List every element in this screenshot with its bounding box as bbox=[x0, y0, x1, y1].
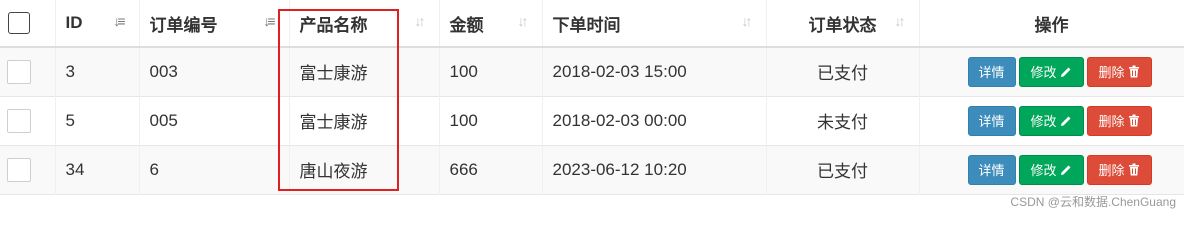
col-header-order-time-label: 下单时间 bbox=[552, 15, 621, 35]
cell-amount: 666 bbox=[439, 145, 543, 194]
trash-icon bbox=[1128, 114, 1139, 127]
detail-button-label: 详情 bbox=[978, 65, 1005, 81]
sort-amount-asc-icon[interactable]: ↓≡ bbox=[263, 13, 275, 29]
col-header-order-time[interactable]: 下单时间 ↓↑ bbox=[542, 0, 767, 47]
cell-order-no: 6 bbox=[139, 145, 290, 194]
row-checkbox[interactable] bbox=[7, 59, 31, 84]
detail-button[interactable]: 详情 bbox=[967, 56, 1016, 87]
delete-button-label: 删除 bbox=[1098, 163, 1125, 178]
delete-button[interactable]: 删除 bbox=[1086, 56, 1152, 87]
detail-button[interactable]: 详情 bbox=[967, 154, 1016, 185]
select-all-cell bbox=[0, 0, 56, 47]
col-header-order-status[interactable]: 订单状态 ↓↑ bbox=[766, 0, 920, 47]
watermark: CSDN @云和数据.ChenGuang bbox=[1010, 195, 1176, 209]
col-header-amount-label: 金额 bbox=[449, 15, 484, 35]
row-select-cell bbox=[0, 96, 56, 145]
sort-amount-asc-icon[interactable]: ↓≡ bbox=[113, 13, 125, 29]
edit-button-label: 修改 bbox=[1030, 114, 1057, 129]
edit-button[interactable]: 修改 bbox=[1018, 105, 1084, 136]
delete-button[interactable]: 删除 bbox=[1086, 154, 1152, 185]
edit-button[interactable]: 修改 bbox=[1018, 56, 1084, 87]
cell-order-status: 已支付 bbox=[766, 145, 920, 194]
sort-icon[interactable]: ↓↑ bbox=[895, 13, 906, 29]
col-header-order-status-label: 订单状态 bbox=[808, 15, 877, 35]
edit-button-label: 修改 bbox=[1030, 163, 1057, 178]
row-select-cell bbox=[0, 145, 56, 194]
detail-button-label: 详情 bbox=[978, 114, 1005, 129]
cell-order-time: 2023-06-12 10:20 bbox=[542, 145, 767, 194]
orders-table: ID ↓≡ 订单编号 ↓≡ 产品名称 ↓↑ 金额 ↓↑ 下单时间 ↓↑ 订单状态 ↓↑ 操作… bbox=[0, 0, 1184, 195]
edit-button[interactable]: 修改 bbox=[1018, 154, 1084, 185]
cell-order-status: 已支付 bbox=[766, 47, 920, 96]
table-header-row: ID ↓≡ 订单编号 ↓≡ 产品名称 ↓↑ 金额 ↓↑ 下单时间 ↓↑ 订单状态 ↓↑ 操作 bbox=[0, 0, 1184, 47]
col-header-actions-label: 操作 bbox=[1034, 15, 1069, 35]
cell-id: 34 bbox=[55, 145, 140, 194]
cell-order-no: 005 bbox=[139, 96, 290, 145]
trash-icon bbox=[1128, 163, 1139, 176]
table-row: 5 005 富士康游 100 2018-02-03 00:00 未支付 详情 修改… bbox=[0, 96, 1184, 145]
col-header-id[interactable]: ID ↓≡ bbox=[55, 0, 140, 47]
table-row: 34 6 唐山夜游 666 2023-06-12 10:20 已支付 详情 修改 删… bbox=[0, 145, 1184, 194]
col-header-product-name-label: 产品名称 bbox=[299, 15, 368, 35]
cell-product-name: 富士康游 bbox=[289, 47, 440, 96]
col-header-id-label: ID bbox=[65, 13, 83, 32]
pencil-icon bbox=[1060, 165, 1070, 175]
cell-product-name: 唐山夜游 bbox=[289, 145, 440, 194]
cell-amount: 100 bbox=[439, 47, 543, 96]
pencil-icon bbox=[1060, 67, 1070, 77]
sort-icon[interactable]: ↓↑ bbox=[742, 13, 753, 29]
sort-icon[interactable]: ↓↑ bbox=[518, 13, 529, 29]
col-header-product-name[interactable]: 产品名称 ↓↑ bbox=[289, 0, 440, 47]
cell-product-name: 富士康游 bbox=[289, 96, 440, 145]
delete-button[interactable]: 删除 bbox=[1086, 105, 1152, 136]
col-header-actions: 操作 bbox=[919, 0, 1184, 47]
cell-actions: 详情 修改 删除 bbox=[919, 145, 1184, 194]
cell-actions: 详情 修改 删除 bbox=[919, 47, 1184, 96]
cell-order-status: 未支付 bbox=[766, 96, 920, 145]
pencil-icon bbox=[1060, 116, 1070, 126]
cell-id: 3 bbox=[55, 47, 140, 96]
cell-order-time: 2018-02-03 00:00 bbox=[542, 96, 767, 145]
delete-button-label: 删除 bbox=[1098, 65, 1125, 81]
col-header-amount[interactable]: 金额 ↓↑ bbox=[439, 0, 543, 47]
detail-button-label: 详情 bbox=[978, 163, 1005, 178]
detail-button[interactable]: 详情 bbox=[967, 105, 1016, 136]
row-checkbox[interactable] bbox=[7, 157, 31, 182]
cell-order-time: 2018-02-03 15:00 bbox=[542, 47, 767, 96]
edit-button-label: 修改 bbox=[1030, 65, 1057, 81]
col-header-order-no[interactable]: 订单编号 ↓≡ bbox=[139, 0, 290, 47]
cell-amount: 100 bbox=[439, 96, 543, 145]
sort-icon[interactable]: ↓↑ bbox=[415, 13, 426, 29]
row-select-cell bbox=[0, 47, 56, 96]
table-row: 3 003 富士康游 100 2018-02-03 15:00 已支付 详情 修改… bbox=[0, 47, 1184, 96]
row-checkbox[interactable] bbox=[7, 108, 31, 133]
select-all-checkbox[interactable] bbox=[8, 12, 30, 34]
cell-order-no: 003 bbox=[139, 47, 290, 96]
col-header-order-no-label: 订单编号 bbox=[149, 15, 218, 35]
delete-button-label: 删除 bbox=[1098, 114, 1125, 129]
cell-actions: 详情 修改 删除 bbox=[919, 96, 1184, 145]
cell-id: 5 bbox=[55, 96, 140, 145]
trash-icon bbox=[1128, 65, 1139, 78]
